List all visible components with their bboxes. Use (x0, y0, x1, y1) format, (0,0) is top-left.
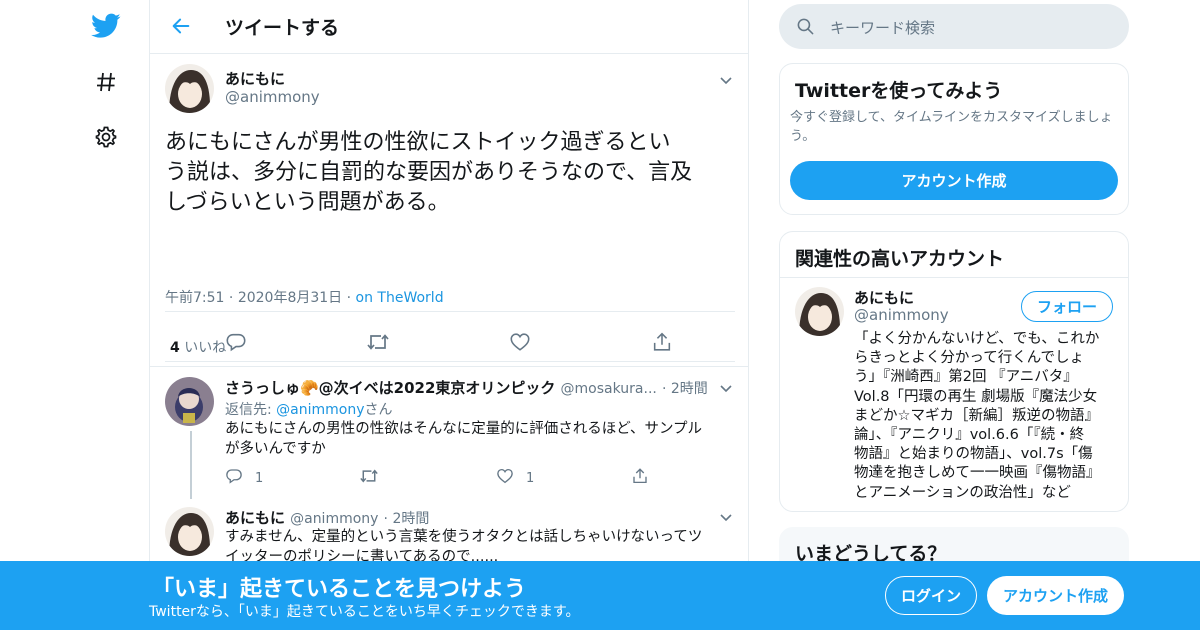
separator-dot: · (661, 381, 671, 397)
create-account-button[interactable]: アカウント作成 (790, 161, 1118, 200)
retweet-icon[interactable] (366, 330, 390, 354)
reply-author-name[interactable]: あにもに (225, 509, 285, 527)
divider (165, 361, 735, 362)
related-account-handle[interactable]: @animmony (854, 306, 949, 324)
reply-to-prefix: 返信先: (225, 402, 277, 418)
retweet-icon[interactable] (359, 467, 379, 485)
bio-line: 「よく分かんないけど、でも、これか (854, 331, 1100, 347)
share-icon[interactable] (650, 330, 674, 354)
related-account-name[interactable]: あにもに (854, 287, 914, 308)
reply-to: 返信先: @animmonyさん (225, 399, 393, 419)
share-icon[interactable] (631, 467, 649, 485)
author-handle[interactable]: @animmony (225, 88, 320, 106)
card-subtitle-line: 今すぐ登録して、タイムラインをカスタマイズしましょ (790, 110, 1113, 125)
bio-line: 物達を抱きしめて一一映画『傷物語』 (854, 465, 1101, 482)
left-nav (80, 0, 150, 630)
reply-action[interactable]: 1 (225, 467, 263, 489)
reply-text-line: すみません、定量的という言葉を使うオタクとは話しちゃいけないってツ (225, 529, 703, 545)
reply-count: 1 (255, 470, 264, 486)
like-heart-icon (496, 467, 514, 489)
related-account-bio: 「よく分かんないけど、でも、これか らきっとよく分かって行くんでしょ う」『洲崎… (854, 330, 1119, 503)
chevron-down-icon[interactable] (718, 509, 734, 525)
reply-text-line: あにもにさんの男性の性欲はそんなに定量的に評価されるほど、サンプル (225, 421, 703, 437)
divider (165, 311, 735, 312)
main-column: ツイートする あにもに @animmony あにもにさんが男性の性欲にストイック… (149, 0, 749, 630)
banner-subtitle: Twitterなら、「いま」起きていることをいち早くチェックできます。 (149, 604, 580, 620)
thread-line (190, 431, 192, 499)
hashtag-icon[interactable] (86, 62, 126, 102)
reply-time[interactable]: 2時間 (392, 511, 429, 527)
avatar[interactable] (795, 287, 844, 336)
card-title: Twitterを使ってみよう (795, 80, 1003, 102)
bio-line: 論」、『アニクリ』vol.6.6「『続・終 (854, 427, 1085, 444)
reply-author-handle[interactable]: @animmony (290, 511, 378, 527)
separator-dot: · (346, 290, 356, 306)
tweet-actions (165, 330, 735, 358)
like-heart-icon[interactable] (508, 330, 532, 354)
divider (780, 277, 1128, 278)
back-arrow-icon[interactable] (168, 13, 194, 39)
tweet-source[interactable]: on TheWorld (356, 290, 444, 306)
follow-button[interactable]: フォロー (1021, 291, 1113, 322)
reply-icon[interactable] (224, 330, 248, 354)
login-button[interactable]: ログイン (885, 576, 977, 615)
card-subtitle: 今すぐ登録して、タイムラインをカスタマイズしましょ う。 (790, 108, 1125, 146)
tweet-text: あにもにさんが男性の性欲にストイック過ぎるとい う説は、多分に自罰的な要因があり… (165, 128, 735, 218)
tweet-text-line: あにもにさんが男性の性欲にストイック過ぎるとい (165, 130, 671, 155)
settings-gear-icon[interactable] (86, 117, 126, 157)
tweet-text-line: う説は、多分に自罰的な要因がありそうなので、言及 (165, 160, 693, 185)
tweet-date[interactable]: 2020年8月31日 (238, 290, 342, 306)
related-accounts-card: 関連性の高いアカウント あにもに @animmony フォロー 「よく分かんない… (779, 231, 1129, 512)
search-icon (796, 17, 815, 40)
reply-header: さうっしゅ🥐@次イベは2022東京オリンピック @mosakura... · 2… (225, 377, 708, 398)
like-count: 1 (526, 470, 535, 486)
avatar[interactable] (165, 377, 214, 426)
main-tweet: あにもに @animmony あにもにさんが男性の性欲にストイック過ぎるとい う… (150, 54, 748, 367)
signup-card: Twitterを使ってみよう 今すぐ登録して、タイムラインをカスタマイズしましょ… (779, 63, 1129, 215)
page: ツイートする あにもに @animmony あにもにさんが男性の性欲にストイック… (0, 0, 1200, 630)
separator-dot: · (228, 290, 238, 306)
reply-icon (225, 467, 243, 489)
search-input[interactable]: キーワード検索 (830, 17, 935, 38)
bio-line: Vol.8「円環の再生 劇場版『魔法少女 (854, 388, 1098, 405)
chevron-down-icon[interactable] (718, 72, 734, 88)
page-header: ツイートする (150, 0, 748, 54)
reply-author-handle[interactable]: @mosakura... (561, 381, 657, 397)
avatar[interactable] (165, 507, 214, 556)
reply-tweet[interactable]: あにもに @animmony · 2時間 すみません、定量的という言葉を使うオタ… (150, 499, 750, 565)
reply-author-name[interactable]: さうっしゅ🥐@次イベは2022東京オリンピック (225, 379, 555, 397)
banner-title: 「いま」起きていることを見つけよう (152, 577, 527, 602)
reply-time[interactable]: 2時間 (671, 381, 708, 397)
reply-actions: 1 1 (225, 467, 735, 487)
tweet-text-line: しづらいという問題がある。 (165, 190, 450, 215)
search-bar[interactable]: キーワード検索 (779, 4, 1129, 49)
card-subtitle-line: う。 (790, 129, 816, 144)
reply-to-suffix: さん (364, 402, 393, 418)
signup-banner: 「いま」起きていることを見つけよう Twitterなら、「いま」起きていることを… (0, 561, 1200, 630)
reply-text-line: が多いんですか (225, 441, 326, 457)
tweet-time[interactable]: 午前7:51 (165, 290, 224, 306)
reply-to-handle[interactable]: @animmony (276, 402, 364, 418)
author-name[interactable]: あにもに (225, 68, 285, 89)
twitter-bird-icon[interactable] (86, 6, 126, 46)
bio-line: らきっとよく分かって行くんでしょ (854, 350, 1084, 367)
avatar[interactable] (165, 64, 214, 113)
tweet-meta: 午前7:51 · 2020年8月31日 · on TheWorld (165, 287, 444, 307)
page-title: ツイートする (225, 17, 340, 39)
signup-button[interactable]: アカウント作成 (987, 576, 1124, 615)
bio-line: とアニメーションの政治性」など (854, 484, 1071, 501)
reply-header: あにもに @animmony · 2時間 (225, 507, 429, 528)
card-title: 関連性の高いアカウント (795, 248, 1005, 270)
bio-line: 物語』と始まりの物語」、vol.7s「傷 (854, 446, 1093, 463)
reply-text: あにもにさんの男性の性欲はそんなに定量的に評価されるほど、サンプル が多いんです… (225, 419, 735, 459)
bio-line: まどか☆マギカ［新編］叛逆の物語』 (854, 407, 1099, 424)
chevron-down-icon[interactable] (718, 380, 734, 396)
bio-line: う」『洲崎西』第2回 『アニバタ』 (854, 369, 1078, 386)
reply-tweet[interactable]: さうっしゅ🥐@次イベは2022東京オリンピック @mosakura... · 2… (150, 367, 750, 499)
like-action[interactable]: 1 (496, 467, 534, 489)
